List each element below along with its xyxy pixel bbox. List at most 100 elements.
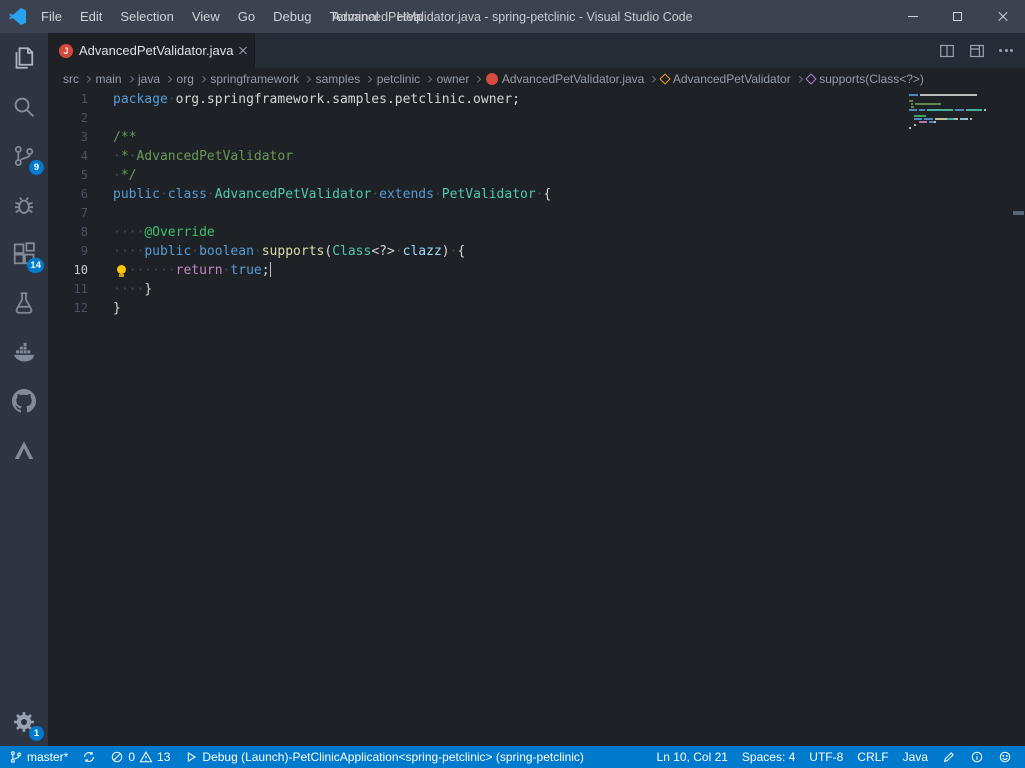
menu-debug[interactable]: Debug	[264, 0, 320, 33]
status-bar: master* 0 13 Debug (Launch)-PetClinicApp…	[0, 746, 1025, 768]
lightbulb-base	[119, 274, 124, 277]
code-line[interactable]: 2	[48, 109, 1025, 128]
code-line[interactable]: 7	[48, 204, 1025, 223]
info-button[interactable]	[963, 746, 991, 768]
code-line[interactable]: 9····public·boolean·supports(Class<?>·cl…	[48, 242, 1025, 261]
chevron-right-icon	[127, 76, 133, 82]
split-editor-icon[interactable]	[939, 43, 955, 59]
window-controls	[890, 0, 1025, 33]
breadcrumb-item[interactable]: petclinic	[377, 72, 420, 86]
code-line[interactable]: 4·*·AdvancedPetValidator	[48, 147, 1025, 166]
more-actions-icon[interactable]	[999, 49, 1013, 52]
breadcrumb-item[interactable]: AdvancedPetValidator.java	[486, 72, 645, 86]
feedback-button[interactable]	[935, 746, 963, 768]
chevron-right-icon	[84, 76, 90, 82]
debug-launch-status[interactable]: Debug (Launch)-PetClinicApplication<spri…	[177, 746, 591, 768]
menu-edit[interactable]: Edit	[71, 0, 111, 33]
line-number[interactable]: 2	[48, 109, 88, 128]
code-line[interactable]: 3/**	[48, 128, 1025, 147]
code-line[interactable]: 12}	[48, 299, 1025, 318]
cursor-position[interactable]: Ln 10, Col 21	[650, 746, 735, 768]
chevron-right-icon	[796, 76, 802, 82]
activity-bar-item-azure[interactable]	[0, 425, 48, 474]
encoding-status[interactable]: UTF-8	[802, 746, 850, 768]
breadcrumb-item[interactable]: samples	[316, 72, 361, 86]
language-mode[interactable]: Java	[896, 746, 935, 768]
menu-file[interactable]: File	[32, 0, 71, 33]
tab-advancedpetvalidator[interactable]: AdvancedPetValidator.java	[48, 33, 255, 68]
git-branch-status[interactable]: master*	[0, 746, 75, 768]
activity-bar-item-extensions[interactable]: 14	[0, 229, 48, 278]
editor-group: AdvancedPetValidator.java src main java org…	[48, 33, 1025, 746]
activity-bar: 9 14	[0, 33, 48, 746]
branch-label: master*	[27, 750, 68, 764]
activity-bar-item-debug[interactable]	[0, 180, 48, 229]
minimap[interactable]	[909, 94, 1013, 130]
chevron-right-icon	[365, 76, 371, 82]
text-cursor	[270, 262, 272, 277]
close-button[interactable]	[980, 0, 1025, 33]
lightbulb-icon[interactable]	[114, 264, 130, 279]
code-line[interactable]: 11····}	[48, 280, 1025, 299]
code-line[interactable]: 1package·org.springframework.samples.pet…	[48, 90, 1025, 109]
activity-bar-item-source-control[interactable]: 9	[0, 131, 48, 180]
encoding-label: UTF-8	[809, 750, 843, 764]
line-number[interactable]: 12	[48, 299, 88, 318]
code-line[interactable]: 10········return·true;	[48, 261, 1025, 280]
menu-view[interactable]: View	[183, 0, 229, 33]
debug-icon	[12, 193, 36, 217]
tab-label: AdvancedPetValidator.java	[79, 43, 233, 58]
branch-icon	[9, 750, 23, 764]
minimize-button[interactable]	[890, 0, 935, 33]
breadcrumb-item[interactable]: springframework	[210, 72, 299, 86]
line-number[interactable]: 6	[48, 185, 88, 204]
breadcrumb-item[interactable]: main	[96, 72, 122, 86]
menu-selection[interactable]: Selection	[111, 0, 182, 33]
line-number[interactable]: 7	[48, 204, 88, 223]
activity-bar-item-test[interactable]	[0, 278, 48, 327]
sync-status[interactable]	[75, 746, 103, 768]
smiley-button[interactable]	[991, 746, 1019, 768]
cursor-position-label: Ln 10, Col 21	[657, 750, 728, 764]
toggle-layout-icon[interactable]	[969, 43, 985, 59]
line-number[interactable]: 1	[48, 90, 88, 109]
indentation-label: Spaces: 4	[742, 750, 795, 764]
breadcrumb-item[interactable]: java	[138, 72, 160, 86]
line-number[interactable]: 3	[48, 128, 88, 147]
breadcrumb-item[interactable]: owner	[437, 72, 470, 86]
code-line[interactable]: 8····@Override	[48, 223, 1025, 242]
method-symbol-icon	[806, 73, 817, 84]
activity-bar-item-settings[interactable]: 1	[0, 697, 48, 746]
editor-actions	[939, 33, 1025, 68]
line-number[interactable]: 5	[48, 166, 88, 185]
azure-icon	[12, 438, 36, 462]
breadcrumb-item[interactable]: supports(Class<?>)	[807, 72, 924, 86]
status-bar-left: master* 0 13 Debug (Launch)-PetClinicApp…	[0, 746, 591, 768]
line-number[interactable]: 9	[48, 242, 88, 261]
line-number[interactable]: 10	[48, 261, 88, 280]
code-line[interactable]: 6public·class·AdvancedPetValidator·exten…	[48, 185, 1025, 204]
activity-bar-item-search[interactable]	[0, 82, 48, 131]
breadcrumb-item[interactable]: AdvancedPetValidator	[661, 72, 791, 86]
activity-bar-item-docker[interactable]	[0, 327, 48, 376]
tab-close-button[interactable]	[239, 43, 247, 59]
maximize-button[interactable]	[935, 0, 980, 33]
breadcrumb-item[interactable]: org	[177, 72, 194, 86]
line-number[interactable]: 8	[48, 223, 88, 242]
line-number[interactable]: 4	[48, 147, 88, 166]
activity-bar-item-explorer[interactable]	[0, 33, 48, 82]
menu-go[interactable]: Go	[229, 0, 264, 33]
code-line[interactable]: 5·*/	[48, 166, 1025, 185]
line-number[interactable]: 11	[48, 280, 88, 299]
tab-bar: AdvancedPetValidator.java	[48, 33, 1025, 68]
activity-bar-item-github[interactable]	[0, 376, 48, 425]
sync-icon	[82, 750, 96, 764]
breadcrumb-item[interactable]: src	[63, 72, 79, 86]
eol-status[interactable]: CRLF	[850, 746, 895, 768]
chevron-right-icon	[474, 76, 480, 82]
github-icon	[12, 389, 36, 413]
editor[interactable]: 1package·org.springframework.samples.pet…	[48, 90, 1025, 746]
indentation-status[interactable]: Spaces: 4	[735, 746, 802, 768]
problems-status[interactable]: 0 13	[103, 746, 177, 768]
language-label: Java	[903, 750, 928, 764]
